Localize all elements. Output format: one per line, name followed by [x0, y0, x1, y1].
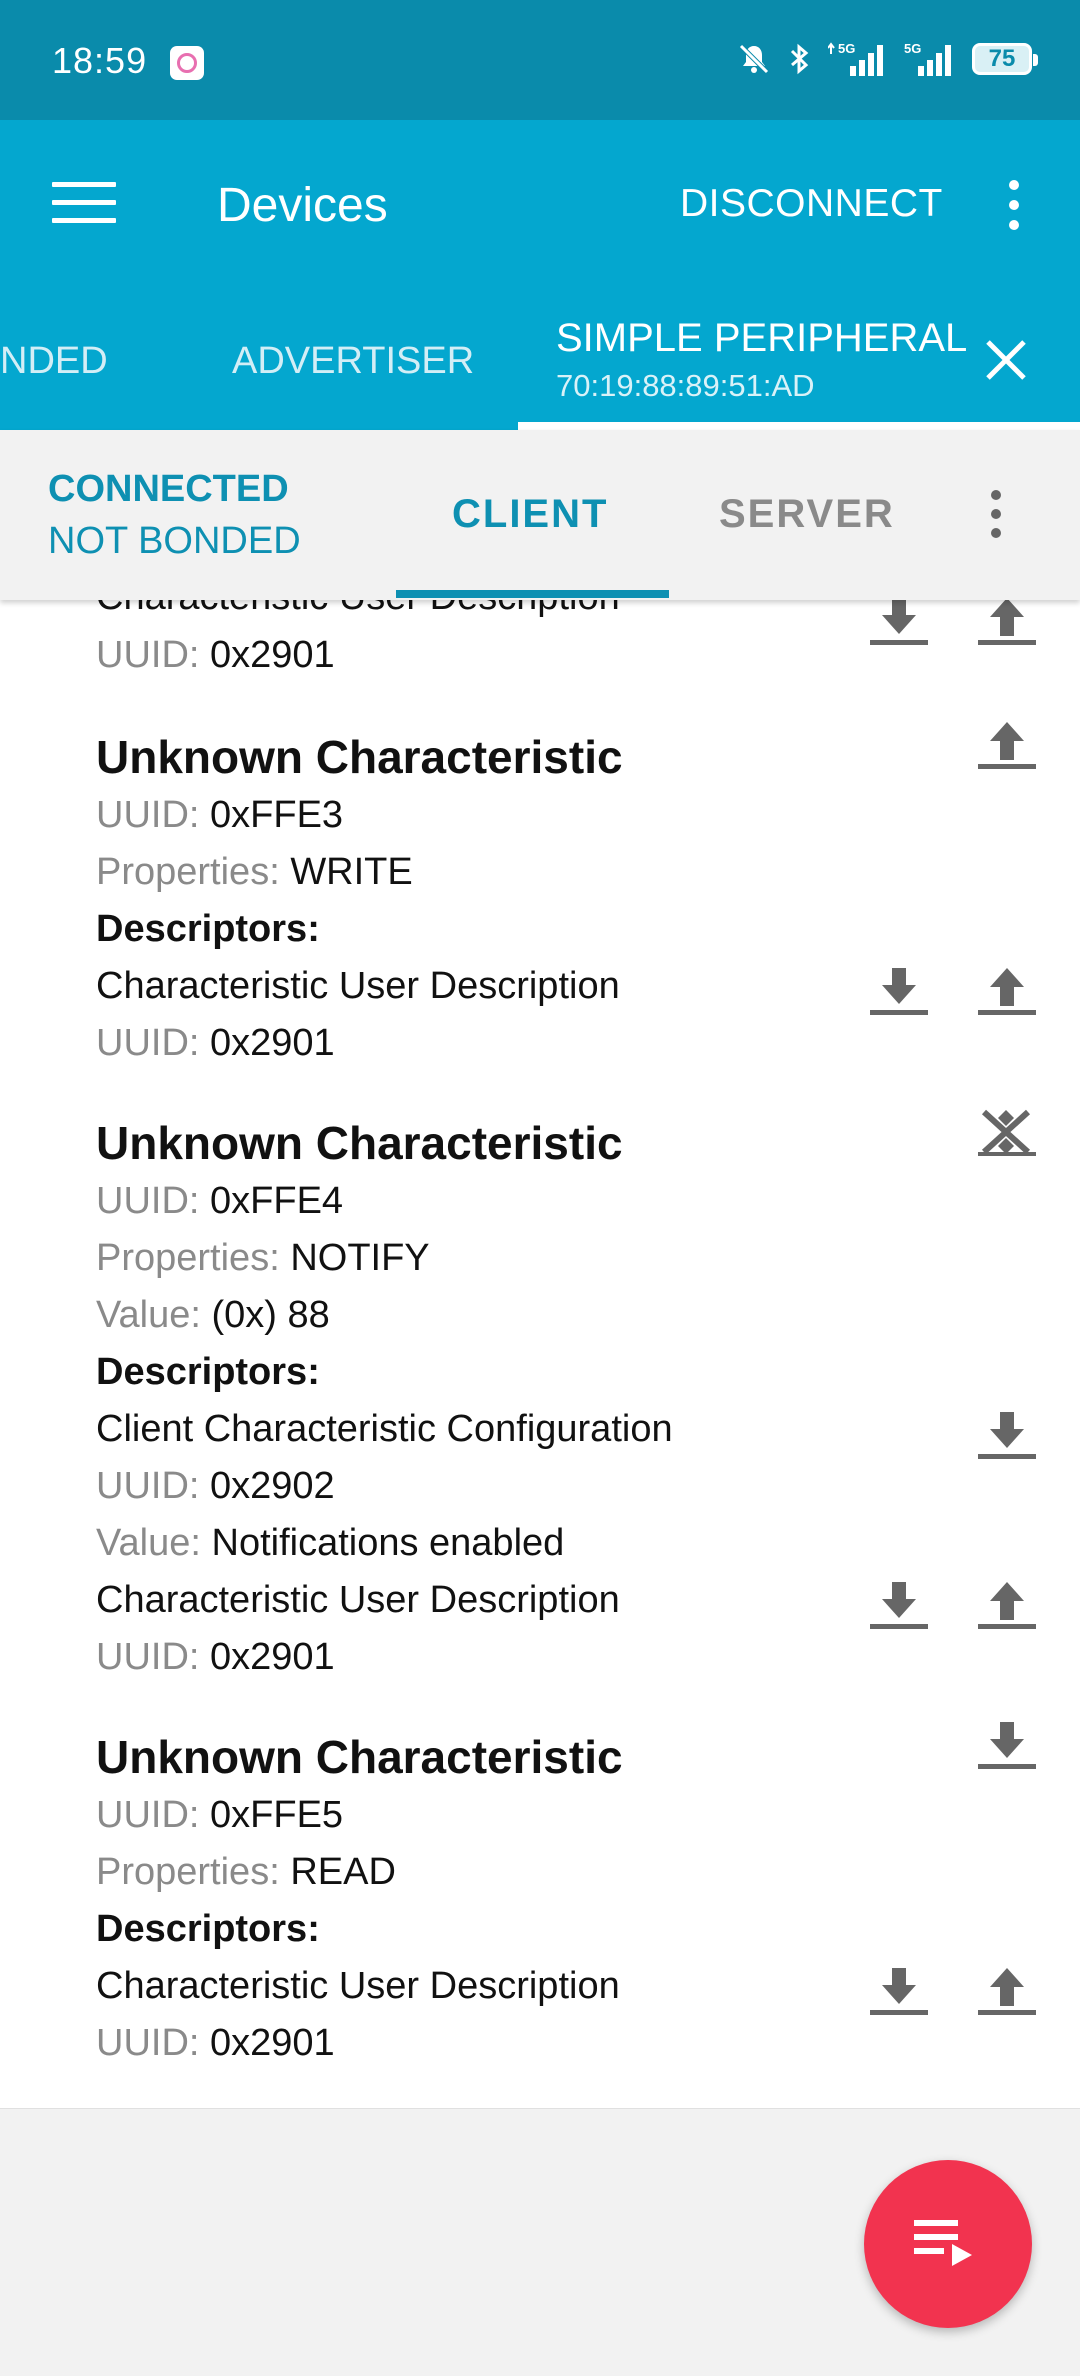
svg-text:5G: 5G: [904, 41, 921, 56]
characteristic-uuid: UUID: 0xFFE3: [96, 794, 344, 836]
descriptors-heading: Descriptors:: [96, 1351, 320, 1393]
battery-icon: 75: [972, 43, 1038, 75]
app-bar: Devices DISCONNECT NDED ADVERTISER SIMPL…: [0, 120, 1080, 430]
download-icon[interactable]: [976, 1408, 1040, 1462]
menu-icon[interactable]: [52, 182, 116, 230]
characteristic-uuid: UUID: 0xFFE4: [96, 1180, 344, 1222]
device-address: 70:19:88:89:51:AD: [556, 368, 815, 403]
descriptors-heading: Descriptors:: [96, 1908, 320, 1950]
more-options-icon[interactable]: [1000, 180, 1028, 236]
notifications-icon[interactable]: [976, 1104, 1040, 1158]
characteristic-properties: Properties: WRITE: [96, 851, 413, 893]
descriptor-name: Characteristic User Description: [96, 600, 620, 619]
download-icon[interactable]: [868, 1578, 932, 1632]
upload-icon[interactable]: [976, 1964, 1040, 2018]
characteristic-name: Unknown Characteristic: [96, 1117, 623, 1169]
descriptor-name: Characteristic User Description: [96, 965, 620, 1007]
upload-icon[interactable]: [976, 1578, 1040, 1632]
download-icon[interactable]: [868, 964, 932, 1018]
upload-icon[interactable]: [976, 718, 1040, 772]
tab-advertiser[interactable]: ADVERTISER: [232, 340, 474, 383]
descriptor-value: Value: Notifications enabled: [96, 1522, 565, 1564]
playlist-play-icon: [914, 2220, 972, 2266]
page-title: Devices: [217, 179, 388, 232]
tab-indicator: [518, 422, 1080, 430]
log-fab-button[interactable]: [864, 2160, 1032, 2328]
upload-icon[interactable]: [976, 600, 1040, 648]
characteristic-properties: Properties: READ: [96, 1851, 396, 1893]
tab-server[interactable]: SERVER: [719, 492, 895, 537]
bond-state: NOT BONDED: [48, 520, 301, 562]
services-list[interactable]: Characteristic User Description UUID: 0x…: [0, 600, 1080, 2109]
more-options-icon[interactable]: [984, 490, 1008, 546]
descriptor-name: Characteristic User Description: [96, 1965, 620, 2007]
download-icon[interactable]: [868, 1964, 932, 2018]
signal-5g-icon: 5G: [904, 40, 956, 78]
descriptor-name: Client Characteristic Configuration: [96, 1408, 673, 1450]
signal-5g-icon: 5G: [828, 40, 888, 78]
characteristic-properties: Properties: NOTIFY: [96, 1237, 430, 1279]
download-icon[interactable]: [868, 600, 932, 648]
bluetooth-icon: [788, 41, 812, 77]
descriptors-heading: Descriptors:: [96, 908, 320, 950]
disconnect-button[interactable]: DISCONNECT: [680, 182, 943, 226]
upload-icon[interactable]: [976, 964, 1040, 1018]
tab-simple-peripheral[interactable]: SIMPLE PERIPHERAL: [556, 316, 967, 361]
descriptor-uuid: UUID: 0x2901: [96, 1636, 335, 1678]
close-icon[interactable]: [980, 334, 1032, 386]
mute-icon: [736, 41, 772, 77]
svg-text:5G: 5G: [838, 41, 855, 56]
characteristic-name: Unknown Characteristic: [96, 731, 623, 783]
connection-state: CONNECTED: [48, 468, 289, 510]
descriptor-uuid: UUID: 0x2901: [96, 634, 335, 676]
status-icons: 5G 5G 75: [736, 40, 1038, 78]
descriptor-uuid: UUID: 0x2902: [96, 1465, 335, 1507]
tab-bonded[interactable]: NDED: [0, 340, 108, 383]
client-tab-indicator: [396, 590, 669, 598]
descriptor-uuid: UUID: 0x2901: [96, 1022, 335, 1064]
descriptor-uuid: UUID: 0x2901: [96, 2022, 335, 2064]
connection-bar: CONNECTED NOT BONDED CLIENT SERVER: [0, 430, 1080, 600]
characteristic-uuid: UUID: 0xFFE5: [96, 1794, 344, 1836]
battery-level: 75: [988, 45, 1016, 72]
characteristic-value: Value: (0x) 88: [96, 1294, 330, 1336]
characteristic-name: Unknown Characteristic: [96, 1731, 623, 1783]
tab-client[interactable]: CLIENT: [452, 492, 608, 537]
app-icon: [170, 46, 204, 80]
download-icon[interactable]: [976, 1718, 1040, 1772]
status-time: 18:59: [52, 40, 148, 81]
status-bar: 18:59 5G 5G 75: [0, 0, 1080, 120]
descriptor-name: Characteristic User Description: [96, 1579, 620, 1621]
